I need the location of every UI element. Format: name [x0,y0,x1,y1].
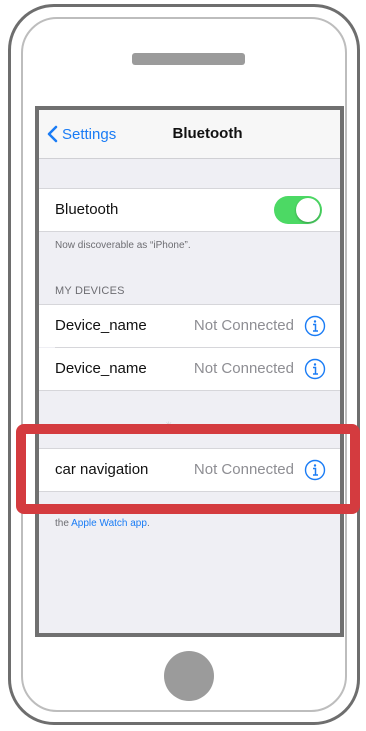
toggle-knob [296,198,320,222]
discoverable-note: Now discoverable as “iPhone”. [55,240,191,251]
navigation-bar: Settings Bluetooth [39,110,340,159]
bluetooth-toggle[interactable] [274,196,322,224]
footer-prefix: the [55,518,72,529]
footer-suffix: . [146,518,150,529]
my-devices-header: MY DEVICES [55,285,125,297]
info-icon[interactable] [304,315,326,337]
divider [39,231,340,232]
device-name: Device_name [55,317,147,334]
bluetooth-row: Bluetooth [39,189,340,231]
highlight-box [16,424,360,514]
speaker-grille [132,53,245,65]
bluetooth-label: Bluetooth [55,201,119,218]
info-icon[interactable] [304,358,326,380]
apple-watch-app-link[interactable]: Apple Watch app [71,518,147,529]
page-title: Bluetooth [172,125,243,142]
footer-note: the Apple Watch app. [55,518,150,529]
device-row[interactable]: Device_name Not Connected [39,348,340,390]
device-name: Device_name [55,360,147,377]
screen: Settings Bluetooth Bluetooth Now discove… [35,106,344,637]
divider [39,390,340,391]
device-status: Not Connected [193,317,294,334]
device-status: Not Connected [193,360,294,377]
device-row[interactable]: Device_name Not Connected [39,305,340,347]
home-button[interactable] [164,651,214,701]
